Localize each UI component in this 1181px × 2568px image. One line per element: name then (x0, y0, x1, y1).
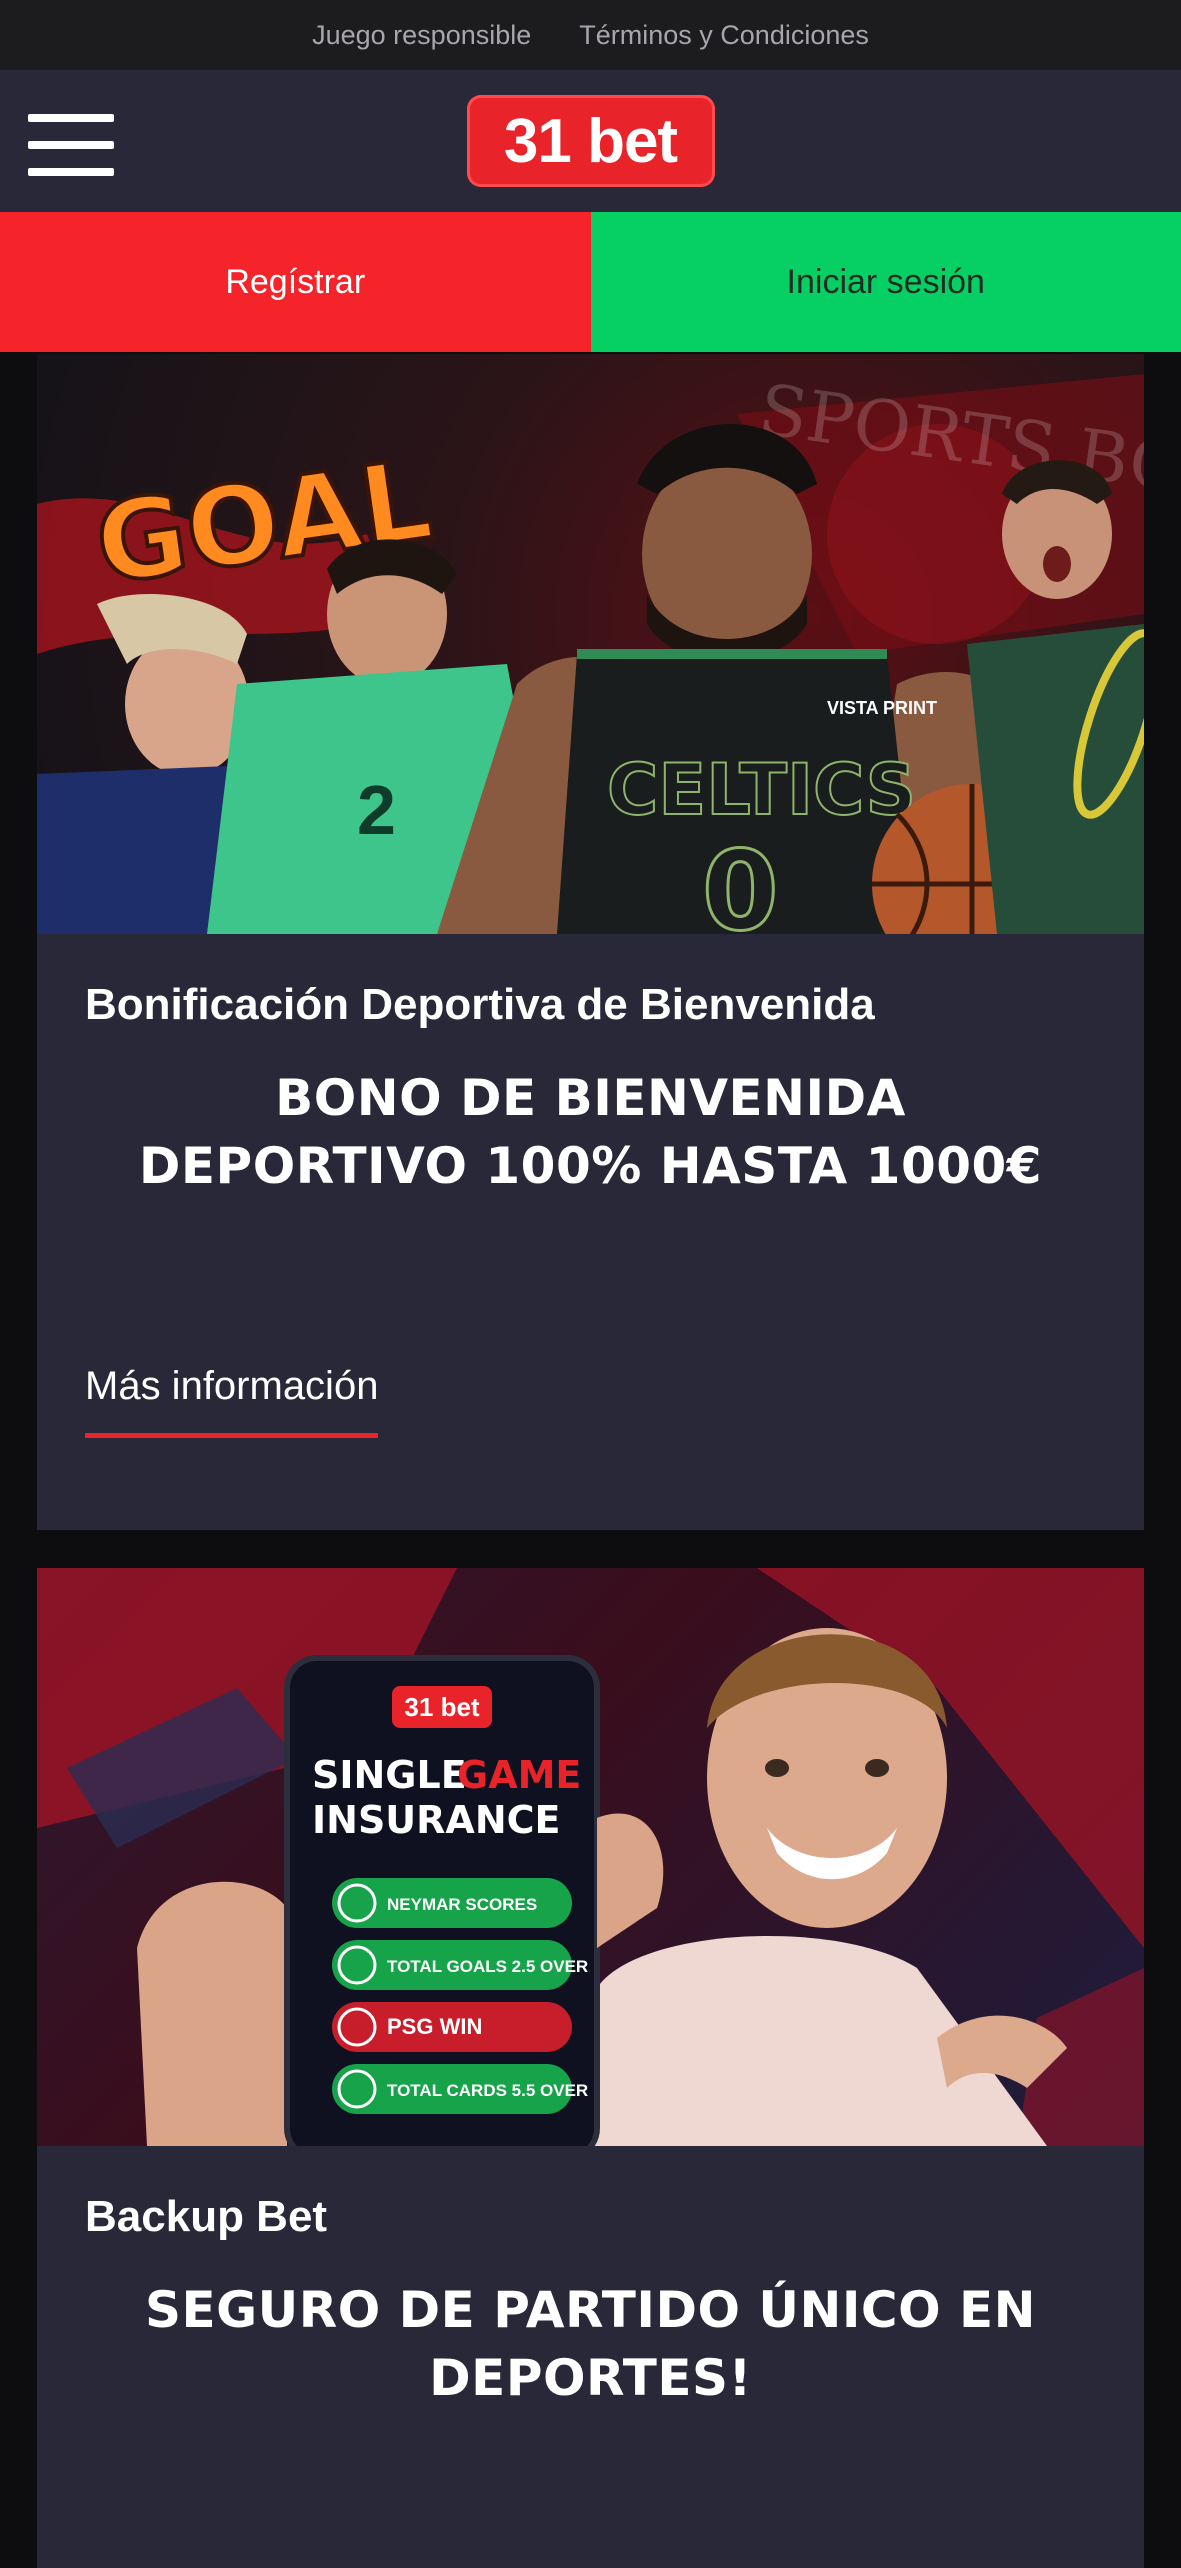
promo-card-backup-bet: 31 bet SINGLE GAME INSURANCE NEYMAR SCOR… (37, 1568, 1144, 2568)
top-links-bar: Juego responsible Términos y Condiciones (0, 0, 1181, 70)
promo-headline: SEGURO DE PARTIDO ÚNICO EN DEPORTES! (85, 2276, 1096, 2412)
bet-pill-text: TOTAL GOALS 2.5 OVER (387, 1957, 588, 1976)
brand-logo[interactable]: 31 bet (467, 95, 715, 187)
header: 31 bet (0, 70, 1181, 212)
phone-logo: 31 bet (404, 1692, 479, 1722)
bet-pill: PSG WIN (332, 2002, 572, 2052)
jersey-sponsor: VISTA PRINT (827, 698, 937, 718)
login-button[interactable]: Iniciar sesión (591, 212, 1181, 352)
promo-card-welcome: GOAL SPORTS BONUS 2 CELTICS 0 VISTA PRIN… (37, 354, 1144, 1530)
bet-pill-text: NEYMAR SCORES (387, 1895, 537, 1914)
bet-pill-text: TOTAL CARDS 5.5 OVER (387, 2081, 588, 2100)
register-button[interactable]: Regístrar (0, 212, 591, 352)
promo-banner-insurance[interactable]: 31 bet SINGLE GAME INSURANCE NEYMAR SCOR… (37, 1568, 1144, 2146)
promo-headline-line2: DEPORTIVO 100% HASTA 1000€ (85, 1132, 1096, 1200)
terms-link[interactable]: Términos y Condiciones (579, 20, 869, 51)
promo-headline-line1: BONO DE BIENVENIDA (85, 1064, 1096, 1132)
bet-pill: NEYMAR SCORES (332, 1878, 572, 1928)
responsible-gaming-link[interactable]: Juego responsible (312, 20, 531, 51)
phone-heading-3: INSURANCE (312, 1798, 560, 1842)
bet-pill: TOTAL CARDS 5.5 OVER (332, 2064, 588, 2114)
bet-pill: TOTAL GOALS 2.5 OVER (332, 1940, 588, 1990)
auth-bar: Regístrar Iniciar sesión (0, 212, 1181, 352)
hamburger-icon[interactable] (28, 114, 114, 176)
phone-heading-2: GAME (457, 1753, 581, 1797)
jersey-text: CELTICS (607, 749, 916, 831)
promo-title: Backup Bet (85, 2192, 1096, 2242)
phone-heading-1: SINGLE (312, 1753, 467, 1797)
promo-headline: BONO DE BIENVENIDA DEPORTIVO 100% HASTA … (85, 1064, 1096, 1200)
more-info-link[interactable]: Más información (85, 1364, 378, 1438)
bet-pill-text: PSG WIN (387, 2014, 482, 2039)
promo-headline-line1: SEGURO DE PARTIDO ÚNICO EN (85, 2276, 1096, 2344)
promo-headline-line2: DEPORTES! (85, 2344, 1096, 2412)
jersey-number: 0 (702, 827, 779, 934)
promo-banner-sports[interactable]: GOAL SPORTS BONUS 2 CELTICS 0 VISTA PRIN… (37, 354, 1144, 934)
svg-text:2: 2 (357, 771, 396, 849)
promo-title: Bonificación Deportiva de Bienvenida (85, 980, 1096, 1030)
